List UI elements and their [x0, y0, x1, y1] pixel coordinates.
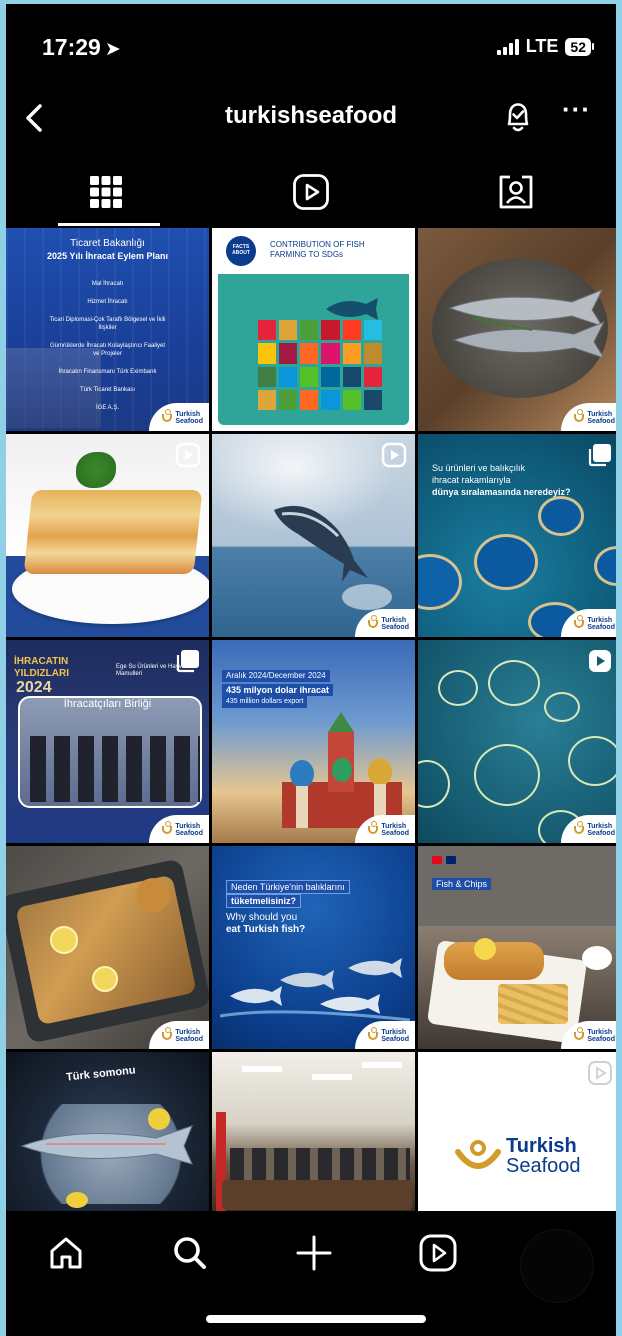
bottom-navigation [6, 1211, 616, 1336]
home-indicator [206, 1315, 426, 1323]
signal-icon [496, 38, 519, 55]
reels-icon [293, 174, 329, 210]
post-line3: dünya sıralamasında neredeyiz? [432, 487, 571, 497]
post-grid: Ticaret Bakanlığı 2025 Yılı İhracat Eyle… [6, 228, 616, 1211]
post-jumping-tuna[interactable]: Turkish Seafood [212, 434, 415, 637]
post-item: Türk Ticaret Bankası [79, 387, 136, 393]
more-horizontal-icon[interactable]: ··· [562, 94, 591, 125]
turkish-seafood-logo: Turkish Seafood [162, 821, 203, 837]
phone-screen: 17:29 ➤ LTE 52 turkishseafood ··· Ticare… [6, 4, 616, 1336]
status-time: 17:29 ➤ [42, 34, 121, 61]
network-label: LTE [525, 36, 559, 56]
post-line1: Fish & Chips [432, 878, 492, 890]
carousel-icon [176, 650, 199, 673]
post-december-exports[interactable]: Aralık 2024/December 2024 435 milyon dol… [212, 640, 415, 843]
tab-tagged[interactable] [416, 154, 616, 230]
post-title-line2: 2025 Yılı İhracat Eylem Planı [47, 251, 168, 261]
post-title-line1: Ticaret Bakanlığı [70, 238, 145, 249]
post-turkish-salmon[interactable]: Türk somonu [6, 1052, 209, 1211]
grid-icon [90, 176, 122, 208]
post-why-turkish-fish[interactable]: Neden Türkiye'nin balıklarını tüketmelis… [212, 846, 415, 1049]
post-fish-farm-ranking[interactable]: Su ürünleri ve balıkçılık ihracat rakaml… [418, 434, 616, 637]
brand-logo-line1: Turkish [506, 1135, 577, 1157]
status-indicators: LTE 52 [496, 36, 594, 57]
turkish-seafood-logo: Turkish Seafood [368, 821, 409, 837]
post-export-plan[interactable]: Ticaret Bakanlığı 2025 Yılı İhracat Eyle… [6, 228, 209, 431]
post-line3: Why should you [226, 912, 298, 923]
cathedral-illustration [282, 712, 402, 828]
post-line2: ihracat rakamlarıyla [432, 475, 511, 485]
post-fish-pens-aerial[interactable]: Turkish Seafood [418, 640, 616, 843]
reels-badge-icon [588, 1061, 612, 1085]
battery-icon: 52 [565, 37, 594, 56]
post-item: İhracatın Finansmanı Türk Eximbank [58, 369, 157, 375]
battery-level: 52 [565, 37, 591, 56]
reels-icon[interactable] [416, 1231, 460, 1275]
turkish-seafood-logo: Turkish Seafood [368, 615, 409, 631]
turkish-seafood-logo: Turkish Seafood [574, 1027, 615, 1043]
brand-logo-mark [455, 1140, 501, 1169]
post-line1: Su ürünleri ve balıkçılık [432, 463, 526, 473]
award-banner: İhracatçıları Birliği [63, 698, 152, 710]
turkish-seafood-logo: Turkish Seafood [574, 821, 615, 837]
turkish-seafood-logo: Turkish Seafood [162, 1027, 203, 1043]
profile-header: turkishseafood ··· [6, 88, 616, 148]
post-item: Mal İhracatı [91, 281, 124, 287]
turkish-seafood-logo: Turkish Seafood [574, 615, 615, 631]
post-line1: Türk somonu [65, 1064, 137, 1084]
tagged-icon [499, 175, 533, 209]
search-icon[interactable] [168, 1231, 212, 1275]
post-baked-fish-tray[interactable]: Turkish Seafood [6, 846, 209, 1049]
post-line1: Aralık 2024/December 2024 [222, 670, 330, 682]
turkish-seafood-logo: Turkish Seafood [368, 1027, 409, 1043]
post-sdg-facts[interactable]: FACTS ABOUT CONTRIBUTION OF FISH FARMING… [212, 228, 415, 431]
active-tab-indicator [58, 223, 160, 226]
post-line2: 435 milyon dolar ihracat [222, 684, 334, 696]
reels-badge-icon [589, 650, 611, 672]
clock-text: 17:29 [42, 34, 101, 60]
bell-check-icon[interactable] [500, 98, 536, 136]
post-title: CONTRIBUTION OF FISH FARMING TO SDGs [270, 240, 365, 259]
post-item: Ticari Diplomasi-Çok Taraflı Bölgesel ve… [49, 317, 166, 331]
post-meeting-room[interactable] [212, 1052, 415, 1211]
post-line3: 435 million dollars export [222, 696, 308, 708]
turkish-seafood-logo: Turkish Seafood [162, 409, 203, 425]
reels-badge-icon [175, 442, 201, 468]
post-line1: Neden Türkiye'nin balıklarını [226, 880, 350, 894]
brand-logo-line2: Seafood [506, 1155, 581, 1177]
post-line4: eat Turkish fish? [226, 924, 306, 935]
post-export-stars-award[interactable]: İHRACATIN YILDIZLARI 2024 Ege Su Ürünler… [6, 640, 209, 843]
post-grilled-fish-plate[interactable]: Turkish Seafood [418, 228, 616, 431]
post-item: Gümrüklerde İhracatı Kolaylaştırıcı Faal… [49, 343, 166, 357]
salmon-illustration [20, 1125, 193, 1165]
location-arrow-icon: ➤ [104, 39, 121, 60]
home-icon[interactable] [44, 1231, 88, 1275]
tab-grid[interactable] [6, 154, 206, 230]
create-icon[interactable] [292, 1231, 336, 1275]
fish-school-illustration [220, 958, 410, 1022]
award-line1: İHRACATIN [14, 656, 69, 667]
post-line2: tüketmelisiniz? [226, 894, 302, 908]
facts-badge: FACTS ABOUT [226, 236, 256, 266]
profile-avatar[interactable] [520, 1229, 594, 1303]
reels-badge-icon [381, 442, 407, 468]
profile-tabs [6, 154, 616, 230]
turkish-seafood-logo: Turkish Seafood [574, 409, 615, 425]
carousel-icon [588, 444, 611, 467]
post-salmon-lasagna[interactable] [6, 434, 209, 637]
status-bar: 17:29 ➤ LTE 52 [6, 4, 616, 88]
post-item: Hizmet İhracatı [87, 299, 128, 305]
award-year: 2024 [16, 679, 52, 696]
tab-reels[interactable] [211, 154, 411, 230]
post-fish-and-chips[interactable]: Fish & Chips Turkish Seafood [418, 846, 616, 1049]
post-turkish-seafood-logo[interactable]: Turkish Seafood [418, 1052, 616, 1211]
